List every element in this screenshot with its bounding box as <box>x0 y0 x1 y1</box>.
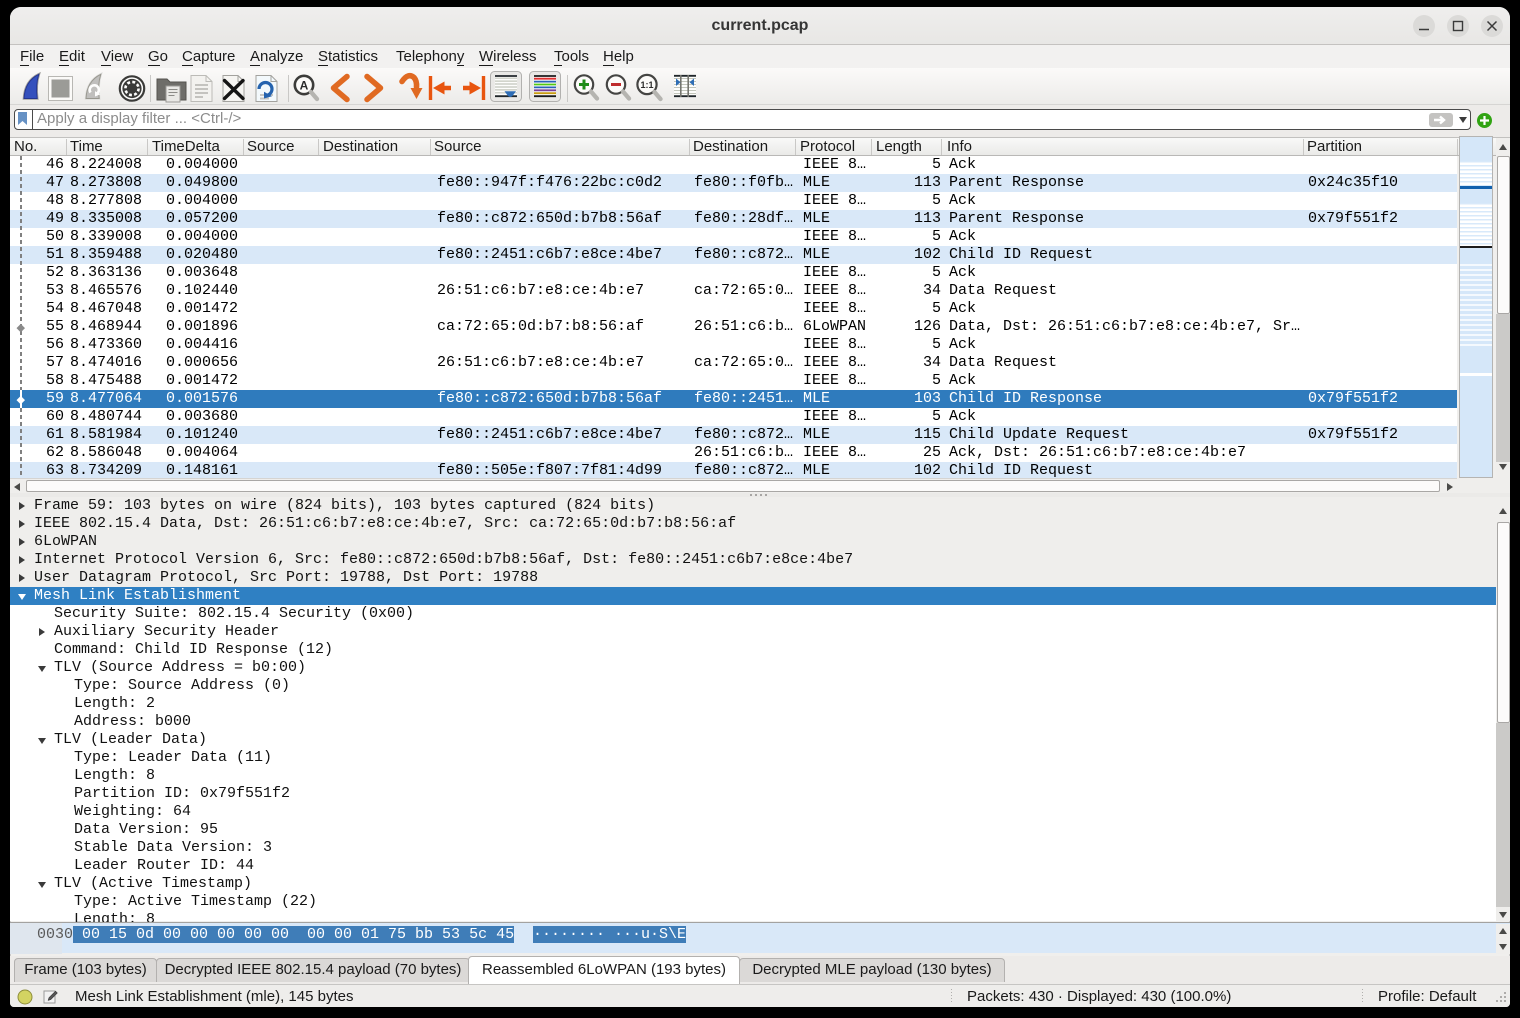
svg-text:1:1: 1:1 <box>640 80 653 90</box>
svg-text:A: A <box>300 79 309 93</box>
